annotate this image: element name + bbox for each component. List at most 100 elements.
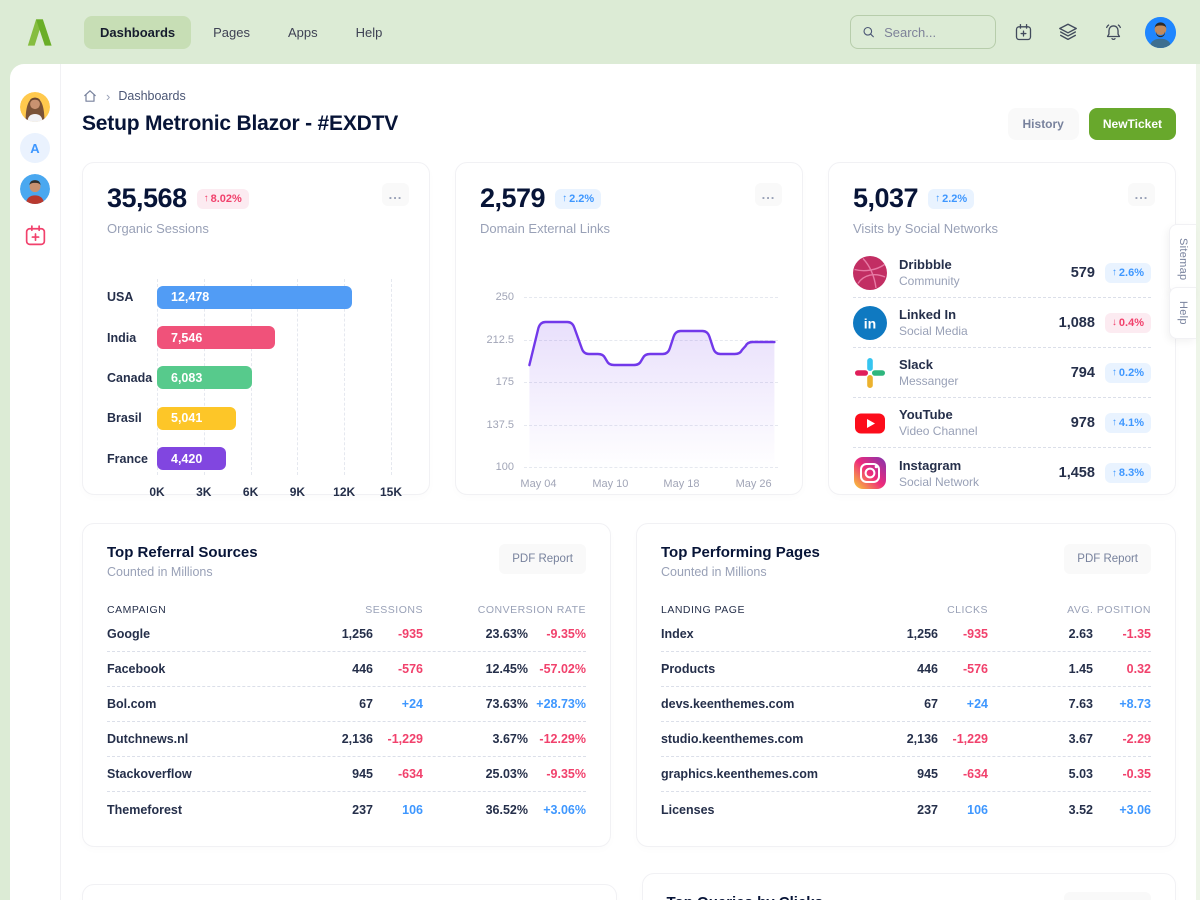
page-title: Setup Metronic Blazor - #EXDTV	[82, 112, 398, 136]
main-menu: Dashboards Pages Apps Help	[84, 16, 398, 49]
bar-france: 4,420	[157, 447, 226, 470]
table-row: Products 446-576 1.450.32	[661, 652, 1151, 687]
x-axis-labels: May 04 May 10 May 18 May 26	[524, 478, 778, 494]
domain-links-card: ... 2,579 ↑2.2% Domain External Links 25…	[455, 162, 803, 495]
pdf-report-button[interactable]: PDF Report	[499, 544, 586, 574]
author-sales-card: Author Sales	[82, 884, 617, 900]
home-icon[interactable]	[82, 88, 98, 104]
delta-badge: ↑0.2%	[1105, 363, 1151, 383]
kebab-menu-icon: ...	[1135, 192, 1149, 198]
rail-calendar-add-button[interactable]	[23, 223, 48, 253]
rail-avatar-letter[interactable]: A	[20, 133, 50, 163]
delta-badge: ↑8.3%	[1105, 463, 1151, 483]
list-item-dribbble[interactable]: Dribbble Community 579 ↑2.6%	[853, 248, 1151, 298]
bar-row: USA 12,478	[157, 277, 391, 317]
referral-sources-card: Top Referral Sources Counted in Millions…	[82, 523, 611, 847]
bar-canada: 6,083	[157, 366, 252, 389]
calendar-plus-red-icon	[23, 223, 48, 248]
table-row: Licenses 237106 3.52+3.06	[661, 792, 1151, 827]
arrow-up-icon: ↑	[1112, 267, 1117, 278]
organic-sessions-card: ... 35,568 ↑8.02% Organic Sessions USA 1…	[82, 162, 430, 495]
list-item-instagram[interactable]: Instagram Social Network 1,458 ↑8.3%	[853, 448, 1151, 498]
menu-item-pages[interactable]: Pages	[197, 16, 266, 49]
list-item-youtube[interactable]: YouTube Video Channel 978 ↑4.1%	[853, 398, 1151, 448]
slack-icon	[853, 356, 887, 390]
breadcrumb-item[interactable]: Dashboards	[118, 89, 185, 103]
youtube-icon	[853, 406, 887, 440]
app-shell: A › Dashboards Setup Metronic Blazor - #…	[10, 64, 1200, 900]
table-row: Dutchnews.nl 2,136-1,229 3.67%-12.29%	[107, 722, 586, 757]
card-menu-button[interactable]: ...	[755, 183, 782, 206]
calendar-add-button[interactable]	[1005, 14, 1041, 50]
social-networks-list: Dribbble Community 579 ↑2.6% in	[853, 248, 1151, 498]
calendar-plus-icon	[1013, 22, 1034, 43]
list-item-linkedin[interactable]: in Linked In Social Media 1,088 ↓0.4%	[853, 298, 1151, 348]
table-row: Facebook 446-576 12.45%-57.02%	[107, 652, 586, 687]
history-button[interactable]: History	[1008, 108, 1079, 140]
search-icon	[862, 24, 875, 40]
rail-avatar-2[interactable]	[20, 174, 50, 204]
bar-usa: 12,478	[157, 286, 352, 309]
notifications-button[interactable]	[1095, 14, 1131, 50]
help-side-tab[interactable]: Help	[1169, 287, 1196, 339]
arrow-up-icon: ↑	[1112, 367, 1117, 378]
menu-item-apps[interactable]: Apps	[272, 16, 334, 49]
user-avatar[interactable]	[1145, 17, 1176, 48]
search-box[interactable]	[850, 15, 996, 49]
bell-icon	[1103, 22, 1124, 43]
linkedin-icon: in	[853, 306, 887, 340]
bar-row: India 7,546	[157, 317, 391, 357]
stat-value: 2,579	[480, 183, 545, 214]
delta-badge: ↑4.1%	[1105, 413, 1151, 433]
bar-india: 7,546	[157, 326, 275, 349]
card-menu-button[interactable]: ...	[382, 183, 409, 206]
stat-label: Organic Sessions	[107, 221, 405, 236]
country-bar-chart: USA 12,478 India 7,546 Canada 6,083 Br	[107, 277, 405, 503]
topbar: Dashboards Pages Apps Help	[0, 0, 1200, 64]
stat-value: 5,037	[853, 183, 918, 214]
main-content: › Dashboards Setup Metronic Blazor - #EX…	[61, 64, 1200, 900]
pdf-report-button[interactable]: PDF Report	[1064, 544, 1151, 574]
stat-delta-badge: ↑8.02%	[197, 189, 249, 209]
links-area-chart: 250 212.5 175 137.5 100	[480, 292, 778, 470]
card-menu-button[interactable]: ...	[1128, 183, 1155, 206]
search-input[interactable]	[884, 25, 984, 40]
left-rail: A	[10, 64, 61, 900]
bar-row: France 4,420	[157, 439, 391, 479]
bar-brasil: 5,041	[157, 407, 236, 430]
menu-item-help[interactable]: Help	[340, 16, 399, 49]
svg-text:in: in	[864, 315, 876, 331]
arrow-up-icon: ↑	[1112, 417, 1117, 428]
table-row: studio.keenthemes.com 2,136-1,229 3.67-2…	[661, 722, 1151, 757]
arrow-up-icon: ↑	[935, 193, 940, 204]
table-header-row: LANDING PAGE CLICKS AVG. POSITION	[661, 603, 1151, 617]
table-row: devs.keenthemes.com 67+24 7.63+8.73	[661, 687, 1151, 722]
table-row: graphics.keenthemes.com 945-634 5.03-0.3…	[661, 757, 1151, 792]
new-ticket-button[interactable]: NewTicket	[1089, 108, 1176, 140]
scroll-strip	[1196, 64, 1200, 900]
social-visits-card: ... 5,037 ↑2.2% Visits by Social Network…	[828, 162, 1176, 495]
area-chart-svg	[524, 292, 778, 470]
apps-layers-button[interactable]	[1050, 14, 1086, 50]
woman-avatar-image	[20, 92, 50, 122]
table-row: Google 1,256-935 23.63%-9.35%	[107, 617, 586, 652]
arrow-up-icon: ↑	[1112, 468, 1117, 479]
arrow-up-icon: ↑	[562, 193, 567, 204]
sitemap-side-tab[interactable]: Sitemap	[1169, 224, 1196, 294]
bar-row: Canada 6,083	[157, 358, 391, 398]
user-avatar-image	[1145, 17, 1176, 48]
kebab-menu-icon: ...	[762, 192, 776, 198]
table-row: Themeforest 237106 36.52%+3.06%	[107, 792, 586, 827]
metronic-logo-icon[interactable]	[22, 16, 58, 48]
list-item-slack[interactable]: Slack Messanger 794 ↑0.2%	[853, 348, 1151, 398]
table-row: Bol.com 67+24 73.63%+28.73%	[107, 687, 586, 722]
arrow-up-icon: ↑	[204, 193, 209, 204]
menu-item-dashboards[interactable]: Dashboards	[84, 16, 191, 49]
arrow-down-icon: ↓	[1112, 317, 1117, 328]
pdf-report-button[interactable]: PDF Report	[1064, 892, 1151, 900]
stat-delta-badge: ↑2.2%	[928, 189, 974, 209]
rail-avatar-1[interactable]	[20, 92, 50, 122]
stat-label: Domain External Links	[480, 221, 778, 236]
y-axis-labels: 250 212.5 175 137.5 100	[480, 292, 524, 470]
bar-row: Brasil 5,041	[157, 398, 391, 438]
